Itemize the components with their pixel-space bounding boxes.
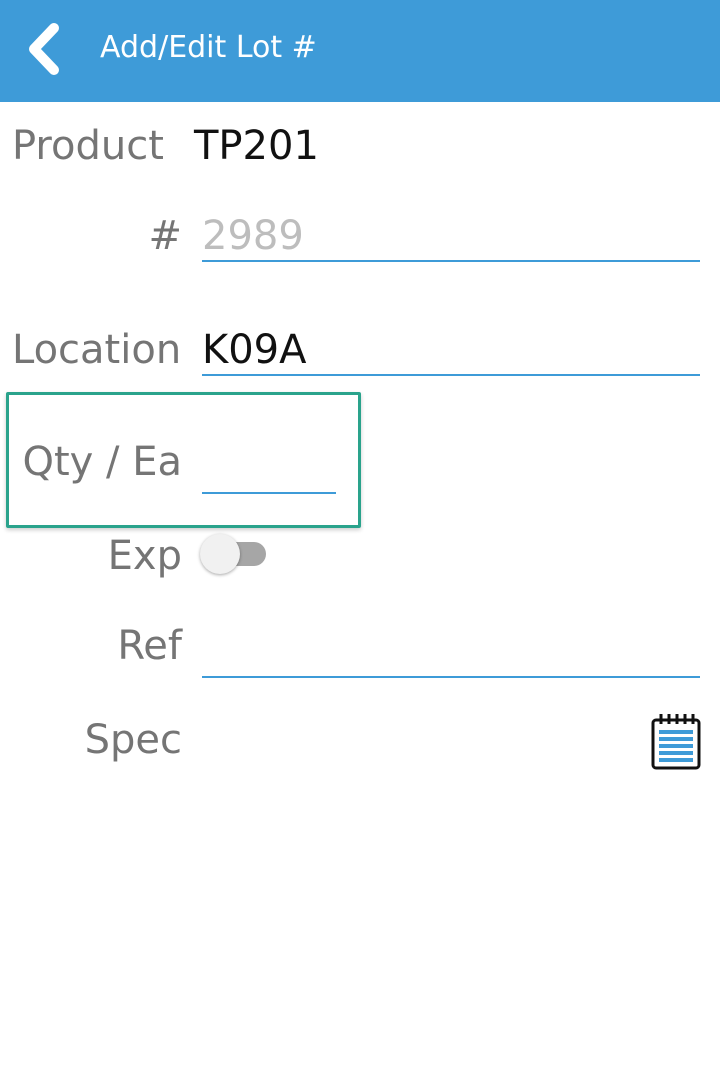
page-title: Add/Edit Lot # bbox=[100, 30, 317, 65]
qty-field[interactable] bbox=[202, 444, 336, 494]
qty-label: Qty / Ea bbox=[22, 439, 182, 485]
chevron-left-icon bbox=[29, 23, 59, 75]
app-header: Add/Edit Lot # bbox=[0, 0, 720, 102]
toggle-knob bbox=[200, 534, 240, 574]
notepad-icon bbox=[651, 714, 701, 770]
location-field[interactable] bbox=[202, 326, 700, 376]
lot-number-field[interactable] bbox=[202, 212, 700, 262]
lot-number-label: # bbox=[148, 213, 182, 259]
spec-label: Spec bbox=[84, 717, 182, 763]
product-value: TP201 bbox=[194, 123, 319, 169]
back-button[interactable] bbox=[22, 22, 70, 76]
ref-field[interactable] bbox=[202, 628, 700, 678]
exp-toggle[interactable] bbox=[200, 534, 268, 574]
spec-notepad-button[interactable] bbox=[650, 712, 702, 770]
product-label: Product bbox=[12, 123, 164, 169]
exp-label: Exp bbox=[107, 533, 182, 579]
location-label: Location bbox=[12, 327, 182, 373]
ref-label: Ref bbox=[117, 623, 182, 669]
